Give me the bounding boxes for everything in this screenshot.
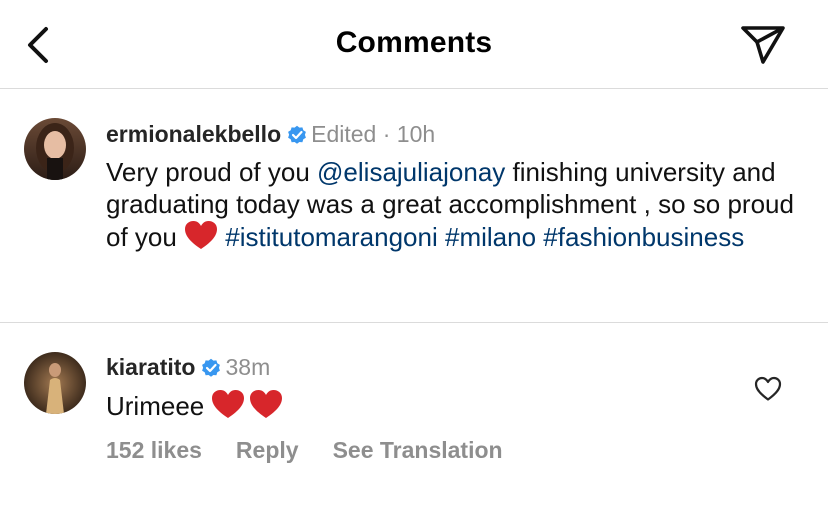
meta-separator: ·	[382, 121, 391, 147]
like-comment-button[interactable]	[754, 376, 782, 402]
reply-button[interactable]: Reply	[236, 437, 299, 463]
mention-link[interactable]: @elisajuliajonay	[317, 157, 505, 187]
comment-username[interactable]: kiaratito	[106, 354, 195, 380]
post-caption: Very proud of you @elisajuliajonay finis…	[106, 156, 806, 257]
likes-count-link[interactable]: 152 likes	[106, 437, 202, 463]
share-button[interactable]	[740, 22, 786, 66]
header-divider	[0, 88, 828, 89]
verified-badge-icon	[287, 122, 307, 152]
red-heart-icon	[184, 220, 218, 257]
page-title: Comments	[335, 26, 493, 59]
see-translation-button[interactable]: See Translation	[333, 437, 503, 463]
hashtag-link[interactable]: #istitutomarangoni	[225, 222, 437, 252]
comment-timestamp: 38m	[225, 354, 271, 380]
heart-outline-icon	[754, 376, 782, 401]
hashtag-link[interactable]: #milano	[445, 222, 536, 252]
verified-badge-icon	[201, 355, 221, 385]
comment-actions: 152 likes Reply See Translation	[106, 437, 537, 464]
comment-text: Urimeee	[106, 389, 283, 426]
avatar[interactable]	[24, 352, 86, 414]
post-username[interactable]: ermionalekbello	[106, 121, 281, 147]
red-heart-icon	[249, 389, 283, 426]
avatar-image	[24, 118, 86, 180]
caption-text-start: Very proud of you	[106, 157, 318, 187]
comment-meta: kiaratito 38m	[106, 352, 270, 385]
avatar-image	[24, 352, 86, 414]
comment-text-content: Urimeee	[106, 391, 205, 421]
section-divider	[0, 322, 828, 323]
post-timestamp: 10h	[396, 121, 436, 147]
edited-label: Edited	[311, 121, 377, 147]
header-bar: Comments	[0, 0, 828, 89]
avatar[interactable]	[24, 118, 86, 180]
paper-plane-icon	[741, 26, 785, 64]
post-meta: ermionalekbello Edited · 10h	[106, 119, 435, 152]
red-heart-icon	[211, 389, 245, 426]
hashtag-link[interactable]: #fashionbusiness	[543, 222, 744, 252]
